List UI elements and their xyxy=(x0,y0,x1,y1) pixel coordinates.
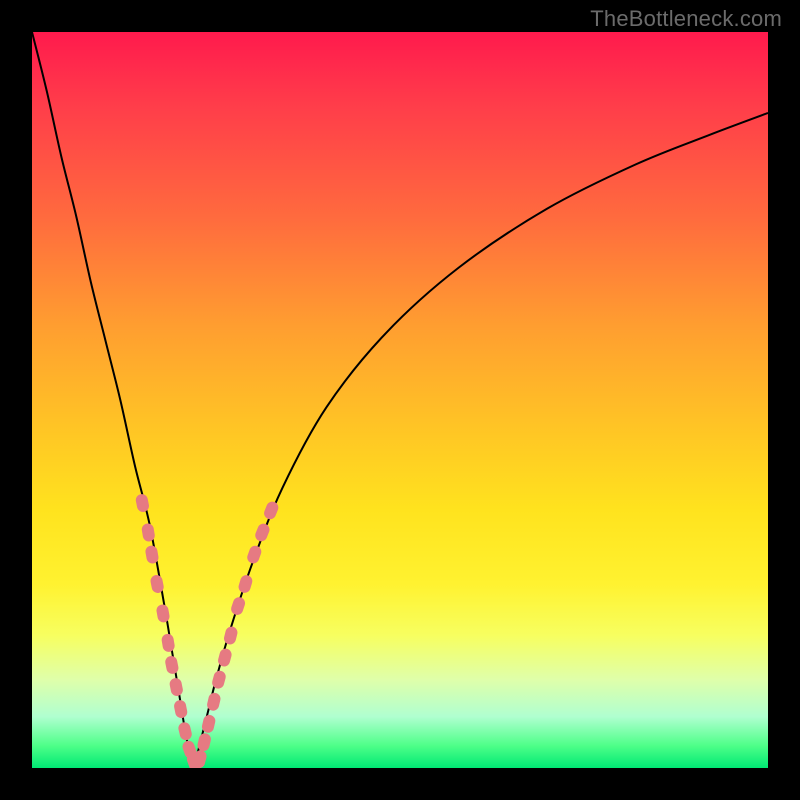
right-bead xyxy=(230,596,247,617)
right-bead xyxy=(253,522,271,543)
curve-layer xyxy=(32,32,768,768)
right-branch-curve xyxy=(194,113,768,768)
right-bead xyxy=(223,625,239,645)
beads-right-group xyxy=(192,500,280,768)
left-bead xyxy=(169,677,184,697)
left-bead xyxy=(177,721,193,741)
watermark-label: TheBottleneck.com xyxy=(590,6,782,32)
left-bead xyxy=(173,699,188,719)
right-bead xyxy=(262,500,280,521)
chart-frame: TheBottleneck.com xyxy=(0,0,800,800)
plot-area xyxy=(32,32,768,768)
left-bead xyxy=(135,493,150,513)
right-bead xyxy=(246,544,263,565)
right-bead xyxy=(237,574,254,595)
left-bead xyxy=(164,655,179,675)
left-bead xyxy=(161,633,176,653)
left-bead xyxy=(156,604,171,624)
